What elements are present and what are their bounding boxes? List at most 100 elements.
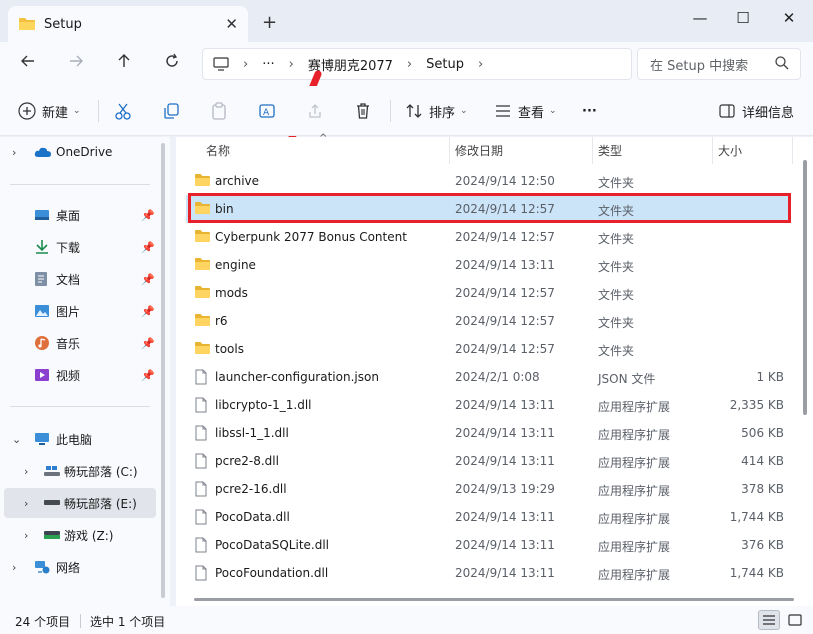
file-type: JSON 文件	[598, 372, 656, 386]
file-date: 2024/9/14 13:11	[455, 258, 555, 272]
table-row[interactable]: mods 2024/9/14 12:57 文件夹	[186, 279, 790, 307]
folder-icon	[195, 258, 210, 270]
tab-close-button[interactable]: ✕	[225, 15, 238, 33]
new-button[interactable]: 新建 ⌄	[18, 100, 81, 122]
table-row[interactable]: PocoDataSQLite.dll 2024/9/14 13:11 应用程序扩展 3…	[186, 531, 790, 559]
table-row[interactable]: pcre2-16.dll 2024/9/13 19:29 应用程序扩展 378 KB	[186, 475, 790, 503]
table-row[interactable]: launcher-configuration.json 2024/2/1 0:08…	[186, 363, 790, 391]
download-icon	[36, 240, 48, 254]
sidebar-item-label: OneDrive	[56, 145, 113, 159]
sidebar-item-network[interactable]: › 网络	[0, 552, 158, 582]
more-options-button[interactable]: ···	[582, 100, 597, 122]
column-header-type[interactable]: 类型	[598, 142, 622, 159]
column-header-size[interactable]: 大小	[718, 142, 742, 159]
table-row[interactable]: libssl-1_1.dll 2024/9/14 13:11 应用程序扩展 506 K…	[186, 419, 790, 447]
table-row[interactable]: Cyberpunk 2077 Bonus Content 2024/9/14 12…	[186, 223, 790, 251]
table-row[interactable]: libcrypto-1_1.dll 2024/9/14 13:11 应用程序扩展 2,…	[186, 391, 790, 419]
trash-icon	[357, 103, 369, 119]
maximize-button[interactable]: ☐	[723, 4, 763, 32]
file-name: launcher-configuration.json	[215, 370, 379, 384]
sidebar-item-this-pc[interactable]: ⌄ 此电脑	[0, 424, 158, 454]
search-placeholder: 在 Setup 中搜索	[650, 58, 749, 74]
vertical-scrollbar[interactable]	[803, 160, 807, 415]
view-list-icon	[496, 105, 510, 117]
copy-button[interactable]	[162, 100, 180, 122]
sidebar-item-downloads[interactable]: 下载 📌	[0, 232, 158, 262]
file-type: 应用程序扩展	[598, 400, 671, 414]
sidebar-item-drive-c[interactable]: › 畅玩部落 (C:)	[0, 456, 158, 486]
details-view-button[interactable]	[758, 610, 780, 630]
row-icon	[194, 257, 211, 274]
forward-button[interactable]	[64, 52, 88, 76]
sidebar-item-documents[interactable]: 文档 📌	[0, 264, 158, 294]
close-window-button[interactable]: ✕	[769, 4, 809, 32]
tiles-view-button[interactable]	[784, 610, 806, 630]
sidebar-item-onedrive[interactable]: › OneDrive	[0, 137, 158, 167]
cut-button[interactable]	[114, 100, 132, 122]
sidebar-item-music[interactable]: 音乐 📌	[0, 328, 158, 358]
sidebar-item-drive-e[interactable]: › 畅玩部落 (E:)	[4, 488, 156, 518]
horizontal-scrollbar[interactable]	[194, 598, 794, 601]
file-type: 应用程序扩展	[598, 484, 671, 498]
paste-button[interactable]	[210, 100, 228, 122]
file-date: 2024/9/14 12:57	[455, 286, 555, 300]
file-name: engine	[215, 258, 256, 272]
table-row[interactable]: engine 2024/9/14 13:11 文件夹	[186, 251, 790, 279]
up-button[interactable]	[112, 52, 136, 76]
share-button[interactable]	[306, 100, 324, 122]
file-size: 1,744 KB	[729, 566, 784, 580]
file-name: PocoDataSQLite.dll	[215, 538, 330, 552]
sidebar-item-drive-z[interactable]: › 游戏 (Z:)	[0, 520, 158, 550]
details-pane-button[interactable]: 详细信息	[718, 100, 794, 122]
table-row[interactable]: PocoData.dll 2024/9/14 13:11 应用程序扩展 1,744 K…	[186, 503, 790, 531]
sidebar-item-videos[interactable]: 视频 📌	[0, 360, 158, 390]
file-type: 应用程序扩展	[598, 540, 671, 554]
pin-icon: 📌	[141, 336, 155, 350]
chevron-down-icon: ⌄	[73, 106, 81, 116]
file-name: mods	[215, 286, 248, 300]
network-icon	[35, 561, 50, 574]
sidebar-item-pictures[interactable]: 图片 📌	[0, 296, 158, 326]
table-row[interactable]: PocoFoundation.dll 2024/9/14 13:11 应用程序扩展 1…	[186, 559, 790, 587]
computer-icon	[35, 433, 49, 445]
sidebar-item-label: 图片	[56, 304, 81, 319]
table-row[interactable]: r6 2024/9/14 12:57 文件夹	[186, 307, 790, 335]
file-name: PocoFoundation.dll	[215, 566, 329, 580]
file-date: 2024/2/1 0:08	[455, 370, 540, 384]
sort-icon	[406, 104, 422, 118]
chevron-right-icon: ›	[477, 56, 484, 72]
file-type: 文件夹	[598, 344, 635, 358]
table-row[interactable]: tools 2024/9/14 12:57 文件夹	[186, 335, 790, 363]
table-row[interactable]: archive 2024/9/14 12:50 文件夹	[186, 167, 790, 195]
file-name: Cyberpunk 2077 Bonus Content	[215, 230, 407, 244]
new-tab-button[interactable]: +	[262, 12, 277, 33]
sidebar-scrollbar[interactable]	[161, 143, 165, 598]
file-name: libssl-1_1.dll	[215, 426, 289, 440]
refresh-button[interactable]	[160, 52, 184, 76]
table-row[interactable]: pcre2-8.dll 2024/9/14 13:11 应用程序扩展 414 KB	[186, 447, 790, 475]
video-icon	[35, 369, 49, 381]
minimize-button[interactable]: —	[680, 4, 720, 32]
pin-icon: 📌	[141, 240, 155, 254]
file-type: 应用程序扩展	[598, 512, 671, 526]
desktop-icon	[35, 210, 49, 220]
tab-setup[interactable]: Setup ✕	[8, 6, 248, 42]
file-size: 1,744 KB	[729, 510, 784, 524]
breadcrumb-setup[interactable]: Setup	[426, 57, 464, 72]
sidebar-item-label: 桌面	[56, 208, 81, 223]
sidebar-item-label: 游戏 (Z:)	[64, 528, 114, 543]
sort-button[interactable]: 排序 ⌄	[405, 100, 468, 122]
tiles-view-icon	[788, 614, 802, 626]
delete-button[interactable]	[354, 100, 372, 122]
chevron-right-icon: ›	[406, 56, 413, 72]
details-label: 详细信息	[742, 105, 795, 121]
back-button[interactable]	[16, 52, 40, 76]
column-header-date[interactable]: 修改日期	[455, 142, 503, 159]
sidebar-item-desktop[interactable]: 桌面 📌	[0, 200, 158, 230]
network-drive-icon	[44, 531, 60, 539]
sidebar-item-label: 网络	[56, 560, 81, 575]
search-input[interactable]: 在 Setup 中搜索	[637, 48, 801, 80]
view-button[interactable]: 查看 ⌄	[494, 100, 557, 122]
column-header-name[interactable]: 名称	[206, 142, 230, 159]
rename-button[interactable]: A	[258, 100, 276, 122]
